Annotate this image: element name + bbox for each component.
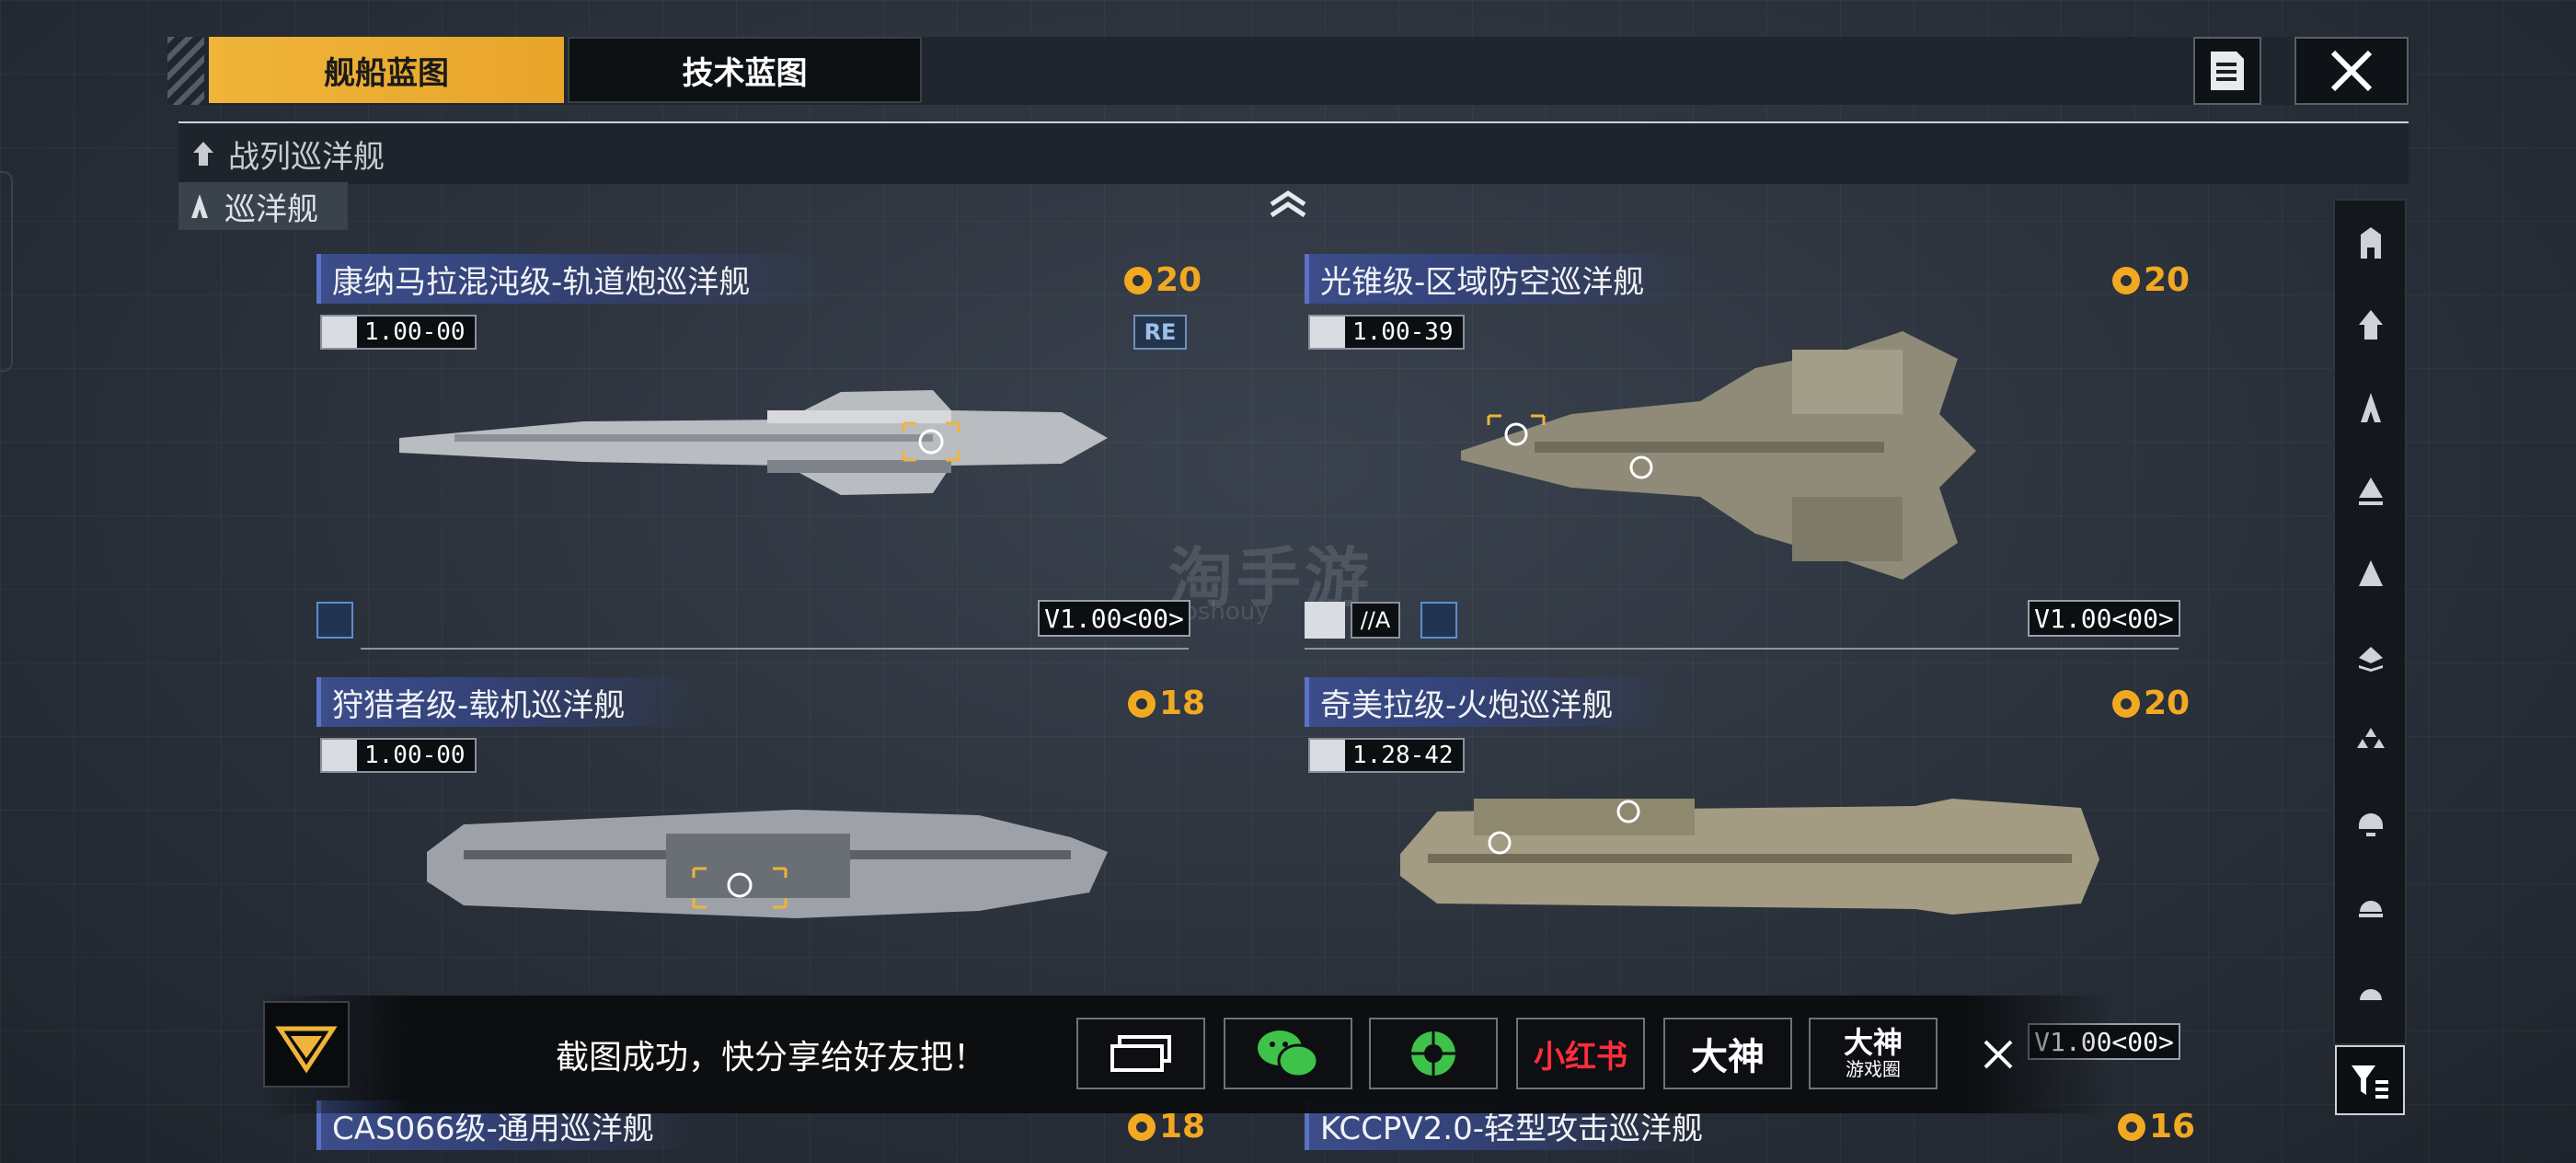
version-tag: 1.28-42 — [1308, 738, 1465, 773]
dome-solid-icon — [2360, 989, 2382, 1000]
fighter-icon — [2357, 728, 2385, 748]
ship-title: 奇美拉级-火炮巡洋舰 — [1305, 677, 1673, 727]
share-moments-button[interactable] — [1369, 1018, 1498, 1089]
tab-ship-blueprints[interactable]: 舰船蓝图 — [209, 37, 564, 103]
ship-tags: //A — [1305, 602, 1457, 639]
battlecruiser-icon — [193, 142, 213, 166]
logo-icon — [275, 1026, 338, 1074]
build-version: V1.00<00> — [1038, 600, 1190, 637]
share-dashen-circle-button[interactable]: 大神 游戏圈 — [1809, 1018, 1938, 1089]
corvette-icon — [2359, 647, 2383, 672]
class-icon — [1305, 602, 1345, 639]
cost-gear-icon — [2118, 1112, 2145, 1141]
faction-icon — [1310, 317, 1345, 348]
weapon-type-icon — [1420, 602, 1457, 639]
filter-tower[interactable] — [2346, 217, 2396, 267]
left-edge-handle[interactable] — [0, 171, 13, 372]
ship-image — [399, 390, 1108, 495]
filter-destroyer[interactable] — [2346, 466, 2396, 515]
destroyer-icon — [2359, 478, 2383, 505]
filter-dome[interactable] — [2346, 880, 2396, 929]
faction-icon — [322, 317, 357, 348]
ship-card[interactable]: 光锥级-区域防空巡洋舰 20 1.00-39 //A V1.00<00> — [1305, 254, 2190, 650]
document-icon — [2211, 52, 2244, 90]
ship-title: 狩猎者级-载机巡洋舰 — [316, 677, 703, 727]
share-xiaohongshu-button[interactable]: 小红书 — [1516, 1018, 1645, 1089]
cost-gear-icon — [2112, 689, 2140, 718]
filter-station[interactable] — [2346, 797, 2396, 846]
filter-corvette[interactable] — [2346, 631, 2396, 681]
build-version: V1.00<00> — [2028, 600, 2180, 637]
ship-title: 康纳马拉混沌级-轨道炮巡洋舰 — [316, 254, 832, 304]
version-tag: 1.00-39 — [1308, 315, 1465, 350]
category-label: 战列巡洋舰 — [228, 138, 385, 176]
game-logo — [263, 1001, 350, 1088]
cost-gear-icon — [1128, 689, 1156, 718]
re-badge: RE — [1133, 315, 1187, 350]
faction-icon — [1310, 740, 1345, 771]
wechat-icon — [1258, 1031, 1319, 1078]
filter-cruiser[interactable] — [2346, 383, 2396, 432]
ship-card[interactable]: 奇美拉级-火炮巡洋舰 20 1.28-42 V1.00<00> — [1305, 677, 2190, 1060]
collapse-chevron-icon[interactable] — [1268, 190, 1308, 219]
filter-icon — [2352, 1065, 2388, 1099]
filter-frigate[interactable] — [2346, 548, 2396, 598]
close-icon — [2330, 50, 2373, 92]
filter-dome-solid[interactable] — [2346, 962, 2396, 1012]
close-button[interactable] — [2294, 37, 2409, 105]
weapon-type-icon — [316, 602, 353, 639]
divider — [361, 648, 1189, 650]
hatch-decoration — [167, 37, 204, 105]
share-dashen-button[interactable]: 大神 — [1663, 1018, 1792, 1089]
filter-button[interactable] — [2335, 1045, 2405, 1115]
version-tag: 1.00-00 — [320, 315, 477, 350]
version-tag: 1.00-00 — [320, 738, 477, 773]
ship-cost: 18 — [1128, 685, 1205, 722]
tower-icon — [2361, 227, 2381, 259]
carrier-icon — [2359, 310, 2383, 340]
frigate-icon — [2359, 560, 2383, 586]
cruiser-icon — [2361, 393, 2381, 422]
filter-carrier[interactable] — [2346, 300, 2396, 350]
dome-icon — [2359, 901, 2383, 917]
ship-cost: 20 — [2112, 261, 2190, 299]
ship-card[interactable]: 康纳马拉混沌级-轨道炮巡洋舰 20 1.00-00 RE V1.00<00> — [316, 254, 1202, 650]
moments-icon — [1411, 1031, 1455, 1076]
divider — [1305, 648, 2179, 650]
dashen-sub-label: 游戏圈 — [1846, 1058, 1901, 1080]
close-icon — [1984, 1040, 2013, 1069]
ship-title: 光锥级-区域防空巡洋舰 — [1305, 254, 1691, 304]
category-label: 巡洋舰 — [224, 190, 318, 228]
ship-cost: 16 — [2118, 1108, 2195, 1146]
screen-share-icon — [1110, 1035, 1171, 1072]
share-wechat-button[interactable] — [1224, 1018, 1352, 1089]
cruiser-icon — [191, 194, 208, 218]
filter-fighter[interactable] — [2346, 714, 2396, 764]
ship-cost: 18 — [1128, 1108, 1205, 1146]
ship-image — [1461, 331, 1976, 580]
ship-image — [427, 810, 1108, 918]
cost-gear-icon — [1128, 1112, 1156, 1141]
station-icon — [2359, 813, 2383, 836]
ship-cost: 20 — [2112, 685, 2190, 722]
faction-icon — [322, 740, 357, 771]
log-button[interactable] — [2193, 37, 2261, 105]
grade-badge: //A — [1351, 602, 1400, 639]
share-screen-button[interactable] — [1076, 1018, 1205, 1089]
ship-card[interactable]: 狩猎者级-载机巡洋舰 18 1.00-00 — [316, 677, 1205, 990]
cost-gear-icon — [1124, 266, 1152, 294]
ship-cost: 20 — [1124, 261, 1202, 299]
toast-close-button[interactable] — [1976, 1032, 2020, 1077]
category-battlecruiser[interactable]: 战列巡洋舰 — [178, 121, 2409, 184]
dashen-label: 大神 — [1843, 1025, 1903, 1060]
ship-image — [1400, 799, 2099, 915]
tab-tech-blueprints[interactable]: 技术蓝图 — [568, 37, 922, 103]
toast-message: 截图成功，快分享给好友把！ — [556, 1039, 987, 1077]
category-cruiser[interactable]: 巡洋舰 — [178, 182, 348, 230]
cost-gear-icon — [2112, 266, 2140, 294]
